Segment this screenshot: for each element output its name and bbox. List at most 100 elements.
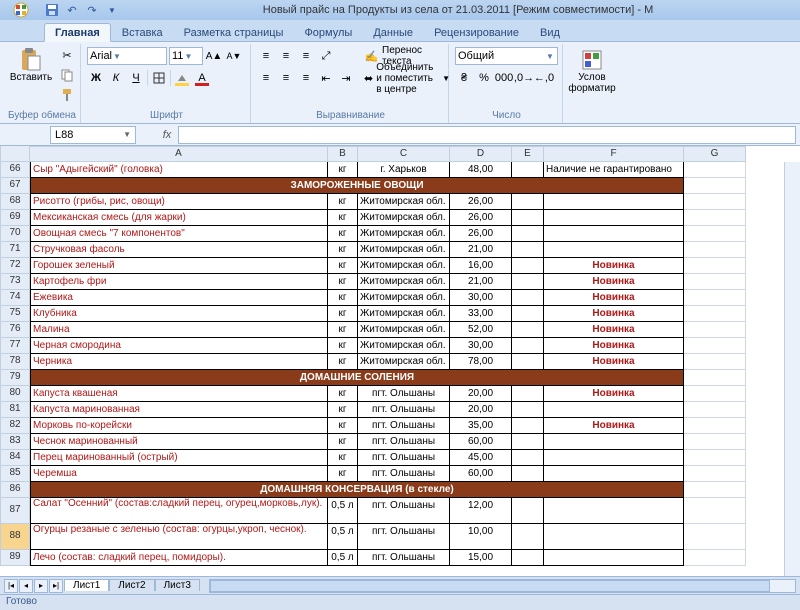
grid-cell[interactable]: Новинка: [544, 274, 684, 290]
grid-cell[interactable]: 16,00: [450, 258, 512, 274]
grid-cell[interactable]: Житомирская обл.: [358, 226, 450, 242]
grid-cell[interactable]: Новинка: [544, 338, 684, 354]
grid-cell[interactable]: Житомирская обл.: [358, 210, 450, 226]
col-header-C[interactable]: C: [358, 146, 450, 162]
align-top-icon[interactable]: ≡: [257, 47, 275, 65]
grid-cell[interactable]: Малина: [30, 322, 328, 338]
section-header-cell[interactable]: ДОМАШНИЕ СОЛЕНИЯ: [30, 370, 684, 386]
row-header[interactable]: 81: [0, 402, 30, 418]
col-header-B[interactable]: B: [328, 146, 358, 162]
grid-cell[interactable]: Житомирская обл.: [358, 194, 450, 210]
grid-cell[interactable]: [544, 498, 684, 524]
section-header-cell[interactable]: ДОМАШНЯЯ КОНСЕРВАЦИЯ (в стекле): [30, 482, 684, 498]
row-header[interactable]: 67: [0, 178, 30, 194]
grid-cell[interactable]: Салат "Осенний" (состав:сладкий перец, о…: [30, 498, 328, 524]
grid-cell[interactable]: кг: [328, 338, 358, 354]
grid-cell[interactable]: Новинка: [544, 290, 684, 306]
grid-cell[interactable]: кг: [328, 466, 358, 482]
row-header[interactable]: 84: [0, 450, 30, 466]
tab-nav-prev[interactable]: ◂: [19, 579, 33, 593]
row-header[interactable]: 76: [0, 322, 30, 338]
tab-Формулы[interactable]: Формулы: [294, 24, 362, 41]
col-header-E[interactable]: E: [512, 146, 544, 162]
paste-button[interactable]: Вставить: [8, 46, 54, 109]
grid-cell[interactable]: Новинка: [544, 386, 684, 402]
fill-color-icon[interactable]: [173, 69, 191, 87]
grid-cell[interactable]: 60,00: [450, 434, 512, 450]
grid-cell[interactable]: [512, 550, 544, 566]
font-name-combo[interactable]: Arial▼: [87, 47, 167, 65]
grow-font-icon[interactable]: A▲: [205, 47, 223, 65]
grid-cell[interactable]: Житомирская обл.: [358, 290, 450, 306]
tab-Главная[interactable]: Главная: [44, 23, 111, 42]
grid-cell[interactable]: 21,00: [450, 274, 512, 290]
grid-cell[interactable]: Новинка: [544, 418, 684, 434]
grid-cell[interactable]: Житомирская обл.: [358, 242, 450, 258]
grid-cell[interactable]: [544, 466, 684, 482]
grid-cell[interactable]: [544, 226, 684, 242]
sheet-tab-Лист3[interactable]: Лист3: [155, 579, 200, 591]
grid-cell[interactable]: [544, 450, 684, 466]
tab-Данные[interactable]: Данные: [363, 24, 423, 41]
grid-cell[interactable]: [512, 354, 544, 370]
tab-nav-next[interactable]: ▸: [34, 579, 48, 593]
grid-cell[interactable]: [684, 370, 746, 386]
grid-cell[interactable]: [512, 450, 544, 466]
align-middle-icon[interactable]: ≡: [277, 47, 295, 65]
font-color-icon[interactable]: A: [193, 69, 211, 87]
grid-cell[interactable]: Новинка: [544, 258, 684, 274]
grid-cell[interactable]: [684, 306, 746, 322]
grid-cell[interactable]: [512, 498, 544, 524]
font-size-combo[interactable]: 11▼: [169, 47, 203, 65]
grid-cell[interactable]: 48,00: [450, 162, 512, 178]
grid-cell[interactable]: 0,5 л: [328, 498, 358, 524]
increase-indent-icon[interactable]: ⇥: [337, 69, 355, 87]
grid-cell[interactable]: [512, 274, 544, 290]
grid-cell[interactable]: [544, 242, 684, 258]
col-header-A[interactable]: A: [30, 146, 328, 162]
grid-cell[interactable]: Новинка: [544, 306, 684, 322]
save-icon[interactable]: [44, 2, 60, 18]
grid-cell[interactable]: [512, 194, 544, 210]
grid-cell[interactable]: [512, 338, 544, 354]
grid-cell[interactable]: кг: [328, 226, 358, 242]
align-center-icon[interactable]: ≡: [277, 69, 295, 87]
format-painter-icon[interactable]: [58, 86, 76, 104]
grid-cell[interactable]: кг: [328, 434, 358, 450]
row-header[interactable]: 72: [0, 258, 30, 274]
section-header-cell[interactable]: ЗАМОРОЖЕННЫЕ ОВОЩИ: [30, 178, 684, 194]
row-header[interactable]: 66: [0, 162, 30, 178]
grid-cell[interactable]: кг: [328, 418, 358, 434]
select-all-cell[interactable]: [0, 146, 30, 162]
grid-cell[interactable]: Мексиканская смесь (для жарки): [30, 210, 328, 226]
col-header-D[interactable]: D: [450, 146, 512, 162]
grid-cell[interactable]: [512, 402, 544, 418]
grid-cell[interactable]: пгт. Ольшаны: [358, 466, 450, 482]
row-header[interactable]: 69: [0, 210, 30, 226]
grid-cell[interactable]: [512, 226, 544, 242]
name-box[interactable]: L88▼: [50, 126, 136, 144]
grid-cell[interactable]: 45,00: [450, 450, 512, 466]
bold-icon[interactable]: Ж: [87, 69, 105, 87]
grid-cell[interactable]: [512, 162, 544, 178]
grid-cell[interactable]: [544, 210, 684, 226]
grid-cell[interactable]: [684, 482, 746, 498]
grid-cell[interactable]: [512, 242, 544, 258]
grid-cell[interactable]: пгт. Ольшаны: [358, 524, 450, 550]
row-header[interactable]: 88: [0, 524, 30, 550]
grid-cell[interactable]: [512, 210, 544, 226]
align-bottom-icon[interactable]: ≡: [297, 47, 315, 65]
grid-cell[interactable]: Житомирская обл.: [358, 322, 450, 338]
office-button[interactable]: [4, 1, 38, 19]
percent-icon[interactable]: %: [475, 69, 493, 87]
worksheet-grid[interactable]: ABCDEFG66Сыр "Адыгейский" (головка)кгг. …: [0, 146, 800, 576]
horizontal-scrollbar[interactable]: [209, 579, 796, 593]
grid-cell[interactable]: пгт. Ольшаны: [358, 498, 450, 524]
grid-cell[interactable]: Черника: [30, 354, 328, 370]
tab-nav-last[interactable]: ▸|: [49, 579, 63, 593]
grid-cell[interactable]: Житомирская обл.: [358, 274, 450, 290]
orientation-icon[interactable]: ⤢: [317, 47, 335, 65]
grid-cell[interactable]: [684, 178, 746, 194]
grid-cell[interactable]: 0,5 л: [328, 524, 358, 550]
row-header[interactable]: 71: [0, 242, 30, 258]
